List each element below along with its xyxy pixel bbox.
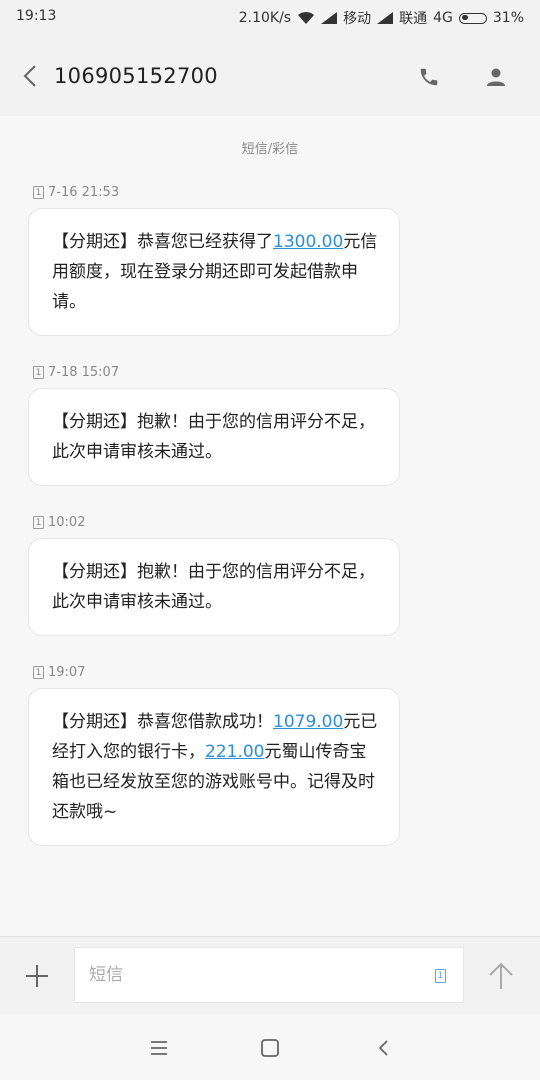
message-time: 10:02 bbox=[48, 515, 86, 530]
carrier2-label: 联通 bbox=[399, 11, 428, 27]
sim-card-icon: 1 bbox=[33, 186, 44, 199]
battery-fill bbox=[461, 15, 469, 20]
message-list[interactable]: 短信/彩信 1 7-16 21:53 【分期还】恭喜您已经获得了1300.00元… bbox=[0, 116, 540, 936]
message-text: 【分期还】恭喜您借款成功！ bbox=[52, 712, 273, 732]
amount-link[interactable]: 1079.00 bbox=[273, 712, 343, 732]
back-button[interactable] bbox=[16, 62, 44, 90]
status-bar: 19:13 2.10K/s 移动 联通 4G 31% bbox=[0, 0, 540, 34]
home-square-icon[interactable] bbox=[260, 1038, 280, 1058]
message-meta: 1 10:02 bbox=[33, 515, 85, 530]
message-bubble[interactable]: 【分期还】抱歉！由于您的信用评分不足，此次申请审核未通过。 bbox=[28, 538, 400, 636]
status-time: 19:13 bbox=[16, 8, 57, 24]
send-button[interactable] bbox=[484, 959, 518, 993]
status-right: 2.10K/s 移动 联通 4G 31% bbox=[239, 8, 524, 28]
amount-link[interactable]: 1300.00 bbox=[273, 232, 343, 252]
network-speed: 2.10K/s bbox=[238, 10, 292, 26]
phone-icon bbox=[420, 68, 438, 86]
sim-card-icon[interactable]: 1 bbox=[435, 969, 446, 983]
call-button[interactable] bbox=[414, 62, 444, 92]
chevron-left-icon bbox=[23, 65, 36, 87]
system-nav-bar bbox=[0, 1014, 540, 1080]
composer-bar: 1 bbox=[0, 936, 540, 1014]
signal-icon bbox=[321, 12, 338, 24]
arrow-up-icon bbox=[489, 962, 513, 989]
message-bubble[interactable]: 【分期还】抱歉！由于您的信用评分不足，此次申请审核未通过。 bbox=[28, 388, 400, 486]
add-attachment-button[interactable] bbox=[22, 961, 52, 991]
menu-icon[interactable] bbox=[148, 1038, 170, 1058]
battery-percent: 31% bbox=[492, 10, 524, 26]
message-bubble[interactable]: 【分期还】恭喜您借款成功！1079.00元已经打入您的银行卡，221.00元蜀山… bbox=[28, 688, 400, 846]
sim-card-icon: 1 bbox=[33, 366, 44, 379]
message-time: 7-16 21:53 bbox=[48, 185, 120, 200]
channel-label: 短信/彩信 bbox=[241, 142, 299, 157]
carrier1-label: 移动 bbox=[343, 11, 372, 27]
conversation-header: 106905152700 bbox=[0, 34, 540, 116]
amount-link[interactable]: 221.00 bbox=[205, 742, 264, 762]
message-meta: 1 7-18 15:07 bbox=[33, 365, 119, 380]
sim-card-icon: 1 bbox=[33, 516, 44, 529]
contact-button[interactable] bbox=[481, 62, 511, 92]
message-text: 【分期还】抱歉！由于您的信用评分不足，此次申请审核未通过。 bbox=[52, 562, 375, 612]
battery-icon bbox=[458, 12, 487, 24]
person-icon bbox=[487, 68, 505, 86]
network-type: 4G bbox=[433, 10, 453, 26]
signal-icon-2 bbox=[377, 12, 394, 24]
message-bubble[interactable]: 【分期还】恭喜您已经获得了1300.00元信用额度，现在登录分期还即可发起借款申… bbox=[28, 208, 400, 336]
back-triangle-icon[interactable] bbox=[374, 1038, 394, 1058]
message-time: 7-18 15:07 bbox=[48, 365, 120, 380]
plus-icon bbox=[26, 965, 48, 987]
message-meta: 1 7-16 21:53 bbox=[33, 185, 119, 200]
sim-card-icon: 1 bbox=[33, 666, 44, 679]
wifi-icon bbox=[297, 11, 315, 25]
message-text: 【分期还】抱歉！由于您的信用评分不足，此次申请审核未通过。 bbox=[52, 412, 375, 462]
message-time: 19:07 bbox=[48, 665, 86, 680]
message-text: 【分期还】恭喜您已经获得了 bbox=[52, 232, 273, 252]
message-input[interactable] bbox=[74, 947, 464, 1003]
message-meta: 1 19:07 bbox=[33, 665, 85, 680]
page-title: 106905152700 bbox=[54, 64, 218, 88]
